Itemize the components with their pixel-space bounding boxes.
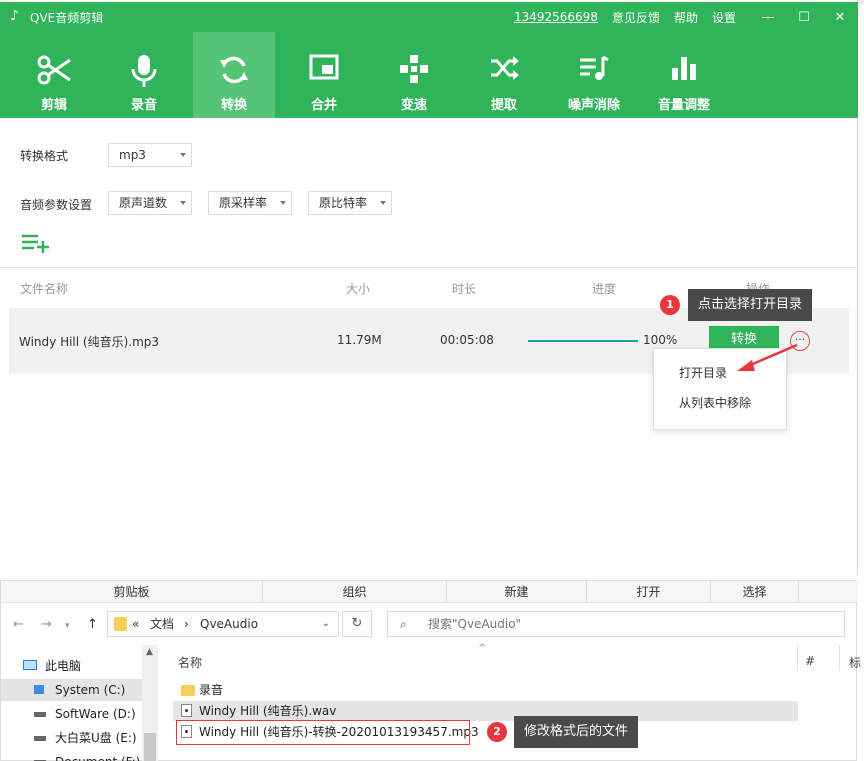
nav-this-pc[interactable]: 此电脑: [23, 655, 155, 677]
file-name: Windy Hill (纯音乐).wav: [199, 704, 337, 718]
refresh-button[interactable]: ↻: [342, 611, 372, 637]
column-header-number[interactable]: #: [805, 654, 815, 668]
path-overflow[interactable]: «: [132, 612, 139, 636]
folder-icon: [114, 617, 127, 631]
list-item-wav[interactable]: Windy Hill (纯音乐).wav: [173, 701, 798, 721]
ribbon-organize[interactable]: 组织: [263, 581, 447, 603]
search-icon: ⌕: [400, 617, 407, 631]
file-name: 录音: [199, 683, 224, 697]
folder-icon: [181, 685, 195, 696]
search-input[interactable]: ⌕ 搜索"QveAudio": [387, 611, 845, 637]
nav-document-f[interactable]: Document (F:): [25, 751, 155, 761]
ribbon-new[interactable]: 新建: [447, 581, 587, 603]
nav-scrollbar[interactable]: ▲: [142, 645, 158, 761]
windows-drive-icon: [34, 685, 44, 694]
chevron-down-icon[interactable]: ⌄: [322, 612, 330, 636]
address-bar[interactable]: « 文档 › QveAudio ⌄: [107, 611, 339, 637]
path-separator: ›: [184, 617, 189, 631]
path-documents[interactable]: 文档: [150, 612, 174, 636]
column-divider: [797, 645, 798, 671]
nav-software-d[interactable]: SoftWare (D:): [25, 703, 155, 725]
nav-label: Document (F:): [55, 751, 140, 761]
search-placeholder: 搜索"QveAudio": [428, 617, 522, 631]
sort-chevron-icon: ^: [478, 643, 487, 654]
scroll-thumb[interactable]: [144, 733, 156, 761]
nav-label: 大白菜U盘 (E:): [55, 731, 137, 745]
step-badge-2: 2: [487, 722, 507, 742]
up-arrow-icon[interactable]: ↑: [87, 617, 98, 632]
column-header-extra[interactable]: 标: [849, 654, 861, 671]
navigation-pane: 此电脑 System (C:) SoftWare (D:) 大白菜U盘 (E:)…: [1, 645, 159, 761]
ribbon-open[interactable]: 打开: [587, 581, 711, 603]
highlight-box: [176, 720, 470, 745]
drive-icon: [34, 736, 46, 741]
callout-converted-file: 修改格式后的文件: [514, 716, 639, 748]
nav-usb-e[interactable]: 大白菜U盘 (E:): [25, 727, 155, 749]
computer-icon: [23, 660, 37, 670]
ribbon-clipboard[interactable]: 剪贴板: [1, 581, 263, 603]
column-header-filename[interactable]: 名称: [178, 654, 202, 671]
forward-arrow-icon[interactable]: →: [41, 617, 52, 632]
nav-label: SoftWare (D:): [55, 707, 136, 721]
column-divider: [839, 645, 840, 671]
ribbon-select[interactable]: 选择: [711, 581, 799, 603]
nav-system-c[interactable]: System (C:): [1, 679, 143, 701]
screenshot-root: ♪ QVE音频剪辑 13492566698 意见反馈 帮助 设置 — ☐ ✕ 剪…: [0, 0, 864, 761]
ribbon-bar: 剪贴板 组织 新建 打开 选择: [1, 581, 858, 603]
back-arrow-icon[interactable]: ←: [13, 617, 24, 632]
audio-file-icon: [181, 704, 192, 717]
arrow-to-menu: [747, 343, 798, 368]
list-item-folder[interactable]: 录音: [173, 680, 798, 700]
nav-label: System (C:): [55, 683, 126, 697]
path-qveaudio[interactable]: QveAudio: [200, 612, 258, 636]
scroll-up-icon[interactable]: ▲: [146, 647, 153, 657]
drive-icon: [34, 712, 46, 717]
nav-label: 此电脑: [45, 659, 82, 673]
history-chevron-icon[interactable]: ▾: [65, 621, 70, 631]
arrow-head-menu: [737, 360, 755, 371]
